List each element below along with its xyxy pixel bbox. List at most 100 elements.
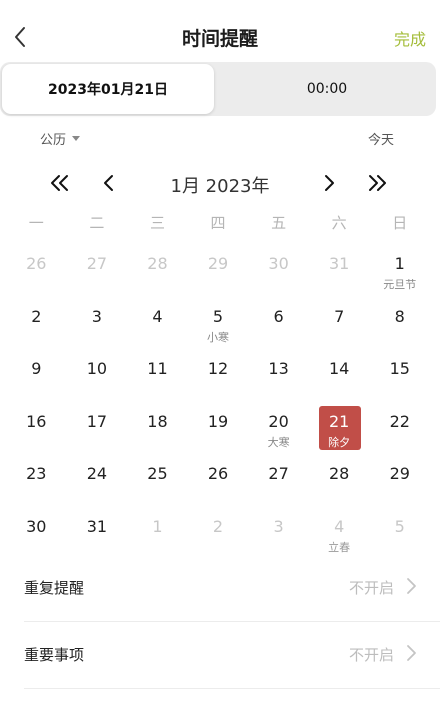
calendar-week-row: 9 10 11 12 13 14 15 [6,351,430,404]
calendar-day[interactable]: 20 大寒 [248,404,309,457]
calendar-day[interactable]: 4 [127,299,188,352]
calendar-day[interactable]: 9 [6,351,67,404]
chevron-right-icon [407,645,416,661]
calendar-day[interactable]: 14 [309,351,370,404]
double-chevron-right-icon [369,175,386,191]
important-item-row[interactable]: 重要事项 不开启 [24,622,440,689]
calendar-day[interactable]: 30 [248,246,309,299]
weekday-header: 一 二 三 四 五 六 日 [6,212,430,233]
day-number: 31 [329,254,350,273]
calendar-day[interactable]: 18 [127,404,188,457]
important-item-value: 不开启 [348,646,394,664]
next-month-button[interactable] [314,168,344,198]
calendar-day[interactable]: 22 [369,404,430,457]
calendar-day[interactable]: 13 [248,351,309,404]
calendar-day[interactable]: 11 [127,351,188,404]
calendar-day[interactable]: 1 [127,509,188,562]
repeat-reminder-row[interactable]: 重复提醒 不开启 [24,555,440,622]
day-number: 30 [268,254,289,273]
calendar-day[interactable]: 28 [127,246,188,299]
day-number: 9 [31,359,42,378]
day-number: 25 [147,464,168,483]
calendar-type-label: 公历 [40,133,67,148]
day-number: 17 [86,411,108,431]
calendar-day[interactable]: 26 [188,456,249,509]
day-number: 11 [147,359,168,378]
calendar-day[interactable]: 29 [188,246,249,299]
calendar-day[interactable]: 2 [188,509,249,562]
calendar-day[interactable]: 15 [369,351,430,404]
date-tab[interactable]: 2023年01月21日 [2,64,214,114]
weekday-label: 二 [89,214,105,232]
calendar-day[interactable]: 16 [6,404,67,457]
day-number: 6 [273,306,284,326]
calendar-week-row: 23 24 25 26 27 28 29 [6,456,430,509]
day-number: 2 [31,306,42,326]
calendar-day[interactable]: 3 [248,509,309,562]
day-number: 3 [273,516,284,536]
repeat-reminder-value: 不开启 [348,579,394,597]
calendar-day[interactable]: 27 [67,246,128,299]
calendar-day[interactable]: 30 [6,509,67,562]
day-number: 8 [394,306,405,326]
day-number: 7 [334,306,345,326]
day-number: 28 [147,254,168,273]
calendar-day[interactable]: 31 [309,246,370,299]
weekday-label: 三 [149,214,165,232]
calendar-day[interactable]: 27 [248,456,309,509]
day-number: 27 [268,464,289,483]
calendar-day[interactable]: 24 [67,456,128,509]
day-festival-label: 小寒 [207,330,230,344]
day-number: 27 [86,254,108,273]
calendar-day-selected[interactable]: 21 除夕 [309,404,370,457]
calendar-day[interactable]: 12 [188,351,249,404]
calendar-day[interactable]: 26 [6,246,67,299]
calendar-day[interactable]: 5 [369,509,430,562]
calendar-day[interactable]: 25 [127,456,188,509]
today-button[interactable]: 今天 [368,129,394,148]
day-number: 30 [26,516,47,536]
calendar-day[interactable]: 31 [67,509,128,562]
calendar-day[interactable]: 28 [309,456,370,509]
calendar-day[interactable]: 5 小寒 [188,299,249,352]
calendar-day[interactable]: 4 立春 [309,509,370,562]
calendar-day[interactable]: 29 [369,456,430,509]
calendar-day[interactable]: 1 元旦节 [369,246,430,299]
day-number: 2 [212,516,224,536]
day-number: 22 [389,411,410,431]
date-time-segmented-control: 2023年01月21日 00:00 [0,62,436,116]
repeat-reminder-label: 重复提醒 [24,579,85,597]
weekday-label: 六 [331,214,347,232]
month-navigation: 1月 2023年 [0,168,440,198]
calendar-day[interactable]: 7 [309,299,370,352]
day-number: 21 [329,411,350,431]
caret-down-icon [72,136,81,141]
time-tab[interactable]: 00:00 [220,64,434,114]
calendar-day[interactable]: 19 [188,404,249,457]
calendar-type-dropdown[interactable]: 公历 [40,129,81,148]
done-button[interactable]: 完成 [394,26,426,50]
day-number: 4 [152,306,163,326]
day-number: 26 [26,254,47,273]
calendar-day[interactable]: 8 [369,299,430,352]
calendar-day[interactable]: 23 [6,456,67,509]
calendar-day[interactable]: 10 [67,351,128,404]
calendar-day[interactable]: 3 [67,299,128,352]
calendar-grid: 26 27 28 29 30 31 1 元旦节 2 3 4 5 小寒 6 7 8 9 10 11 12 13 14 15 16… [6,246,430,561]
day-number: 31 [86,516,108,536]
day-number: 29 [389,464,410,483]
day-festival-label: 立春 [328,540,351,554]
next-year-button[interactable] [362,168,392,198]
calendar-day[interactable]: 17 [67,404,128,457]
chevron-right-icon [325,175,334,191]
day-festival-label: 大寒 [267,435,290,449]
weekday-label: 一 [28,214,44,232]
day-number: 29 [207,254,229,273]
calendar-week-row: 30 31 1 2 3 4 立春 5 [6,509,430,562]
weekday-label: 五 [271,214,287,232]
calendar-day[interactable]: 6 [248,299,309,352]
calendar-week-row: 26 27 28 29 30 31 1 元旦节 [6,246,430,299]
calendar-day[interactable]: 2 [6,299,67,352]
important-item-label: 重要事项 [24,646,85,664]
calendar-week-row: 16 17 18 19 20 大寒 21 除夕 22 [6,404,430,457]
